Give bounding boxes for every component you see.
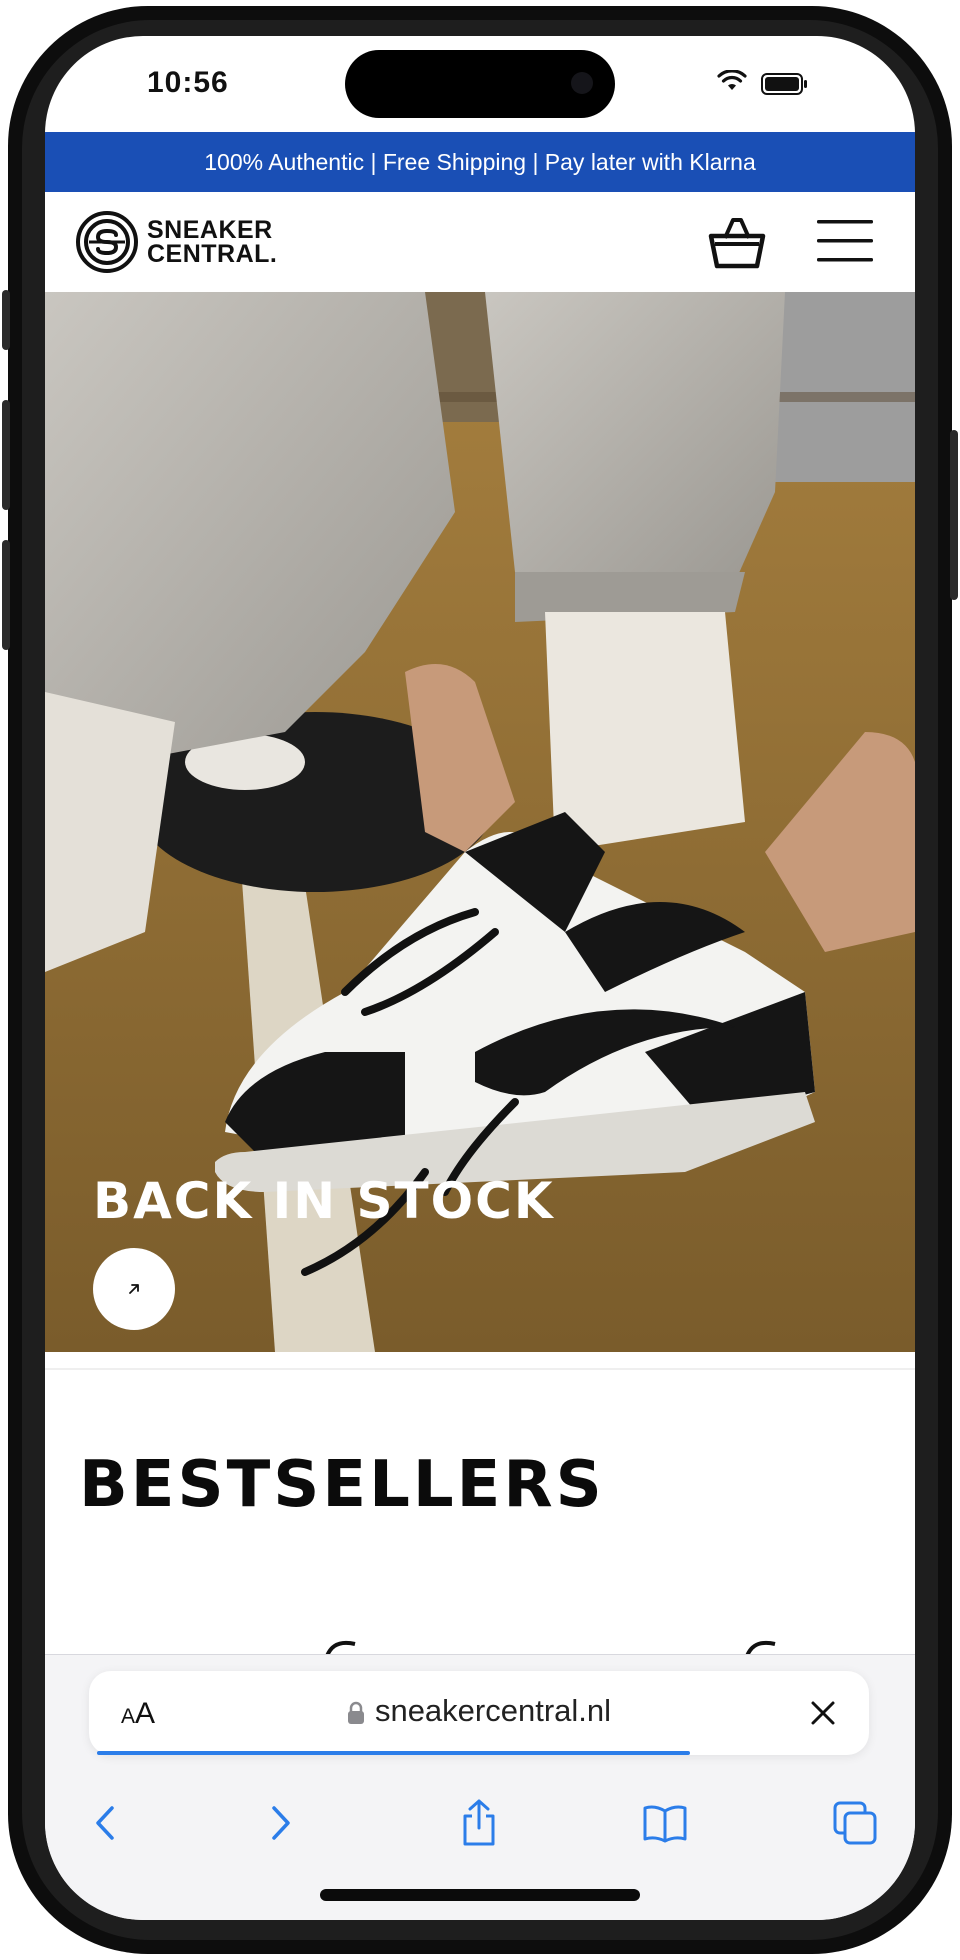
logo-line-1: SNEAKER bbox=[147, 216, 273, 244]
bestsellers-title: BESTSELLERS bbox=[79, 1448, 605, 1522]
status-time: 10:56 bbox=[147, 66, 229, 99]
dynamic-island bbox=[345, 50, 615, 118]
share-button[interactable] bbox=[449, 1793, 509, 1853]
screen: 10:56 100% Authentic | Free Shipping | P… bbox=[45, 36, 915, 1920]
back-button[interactable] bbox=[75, 1793, 135, 1853]
chevron-left-icon bbox=[96, 1806, 114, 1840]
section-divider bbox=[45, 1368, 915, 1370]
power-button bbox=[950, 430, 958, 600]
browser-toolbar: AA sneakercentral.nl bbox=[45, 1654, 915, 1920]
stop-loading-icon[interactable] bbox=[805, 1695, 841, 1731]
cart-button[interactable] bbox=[705, 212, 769, 272]
hero-banner[interactable]: BACK IN STOCK bbox=[45, 292, 915, 1352]
page-load-progress bbox=[97, 1751, 690, 1755]
tabs-button[interactable] bbox=[825, 1793, 885, 1853]
arrow-up-right-icon bbox=[129, 1284, 139, 1294]
logo-icon bbox=[76, 211, 138, 273]
book-icon bbox=[643, 1805, 687, 1843]
home-indicator[interactable] bbox=[320, 1889, 640, 1901]
volume-up-button bbox=[2, 400, 10, 510]
logo-line-2: CENTRAL. bbox=[147, 240, 278, 268]
lock-icon bbox=[347, 1701, 364, 1724]
volume-down-button bbox=[2, 540, 10, 650]
promo-banner: 100% Authentic | Free Shipping | Pay lat… bbox=[45, 132, 915, 192]
wifi-icon bbox=[717, 70, 747, 90]
share-icon bbox=[463, 1799, 495, 1846]
action-button bbox=[2, 290, 10, 350]
menu-icon[interactable] bbox=[815, 216, 875, 266]
url-display[interactable]: sneakercentral.nl bbox=[89, 1693, 869, 1729]
site-logo[interactable]: SNEAKER CENTRAL. bbox=[75, 210, 277, 274]
address-bar[interactable]: AA sneakercentral.nl bbox=[89, 1671, 869, 1755]
url-text: sneakercentral.nl bbox=[374, 1693, 612, 1728]
forward-button[interactable] bbox=[251, 1793, 311, 1853]
hero-cta-button[interactable] bbox=[93, 1248, 175, 1330]
bookmarks-button[interactable] bbox=[635, 1793, 695, 1853]
logo-wordmark: SNEAKER CENTRAL. bbox=[147, 216, 278, 268]
hero-title: BACK IN STOCK bbox=[93, 1172, 555, 1230]
tabs-icon bbox=[833, 1801, 877, 1845]
site-header: SNEAKER CENTRAL. bbox=[45, 192, 915, 292]
chevron-right-icon bbox=[272, 1806, 290, 1840]
camera-icon bbox=[571, 72, 593, 94]
battery-icon bbox=[761, 73, 807, 95]
